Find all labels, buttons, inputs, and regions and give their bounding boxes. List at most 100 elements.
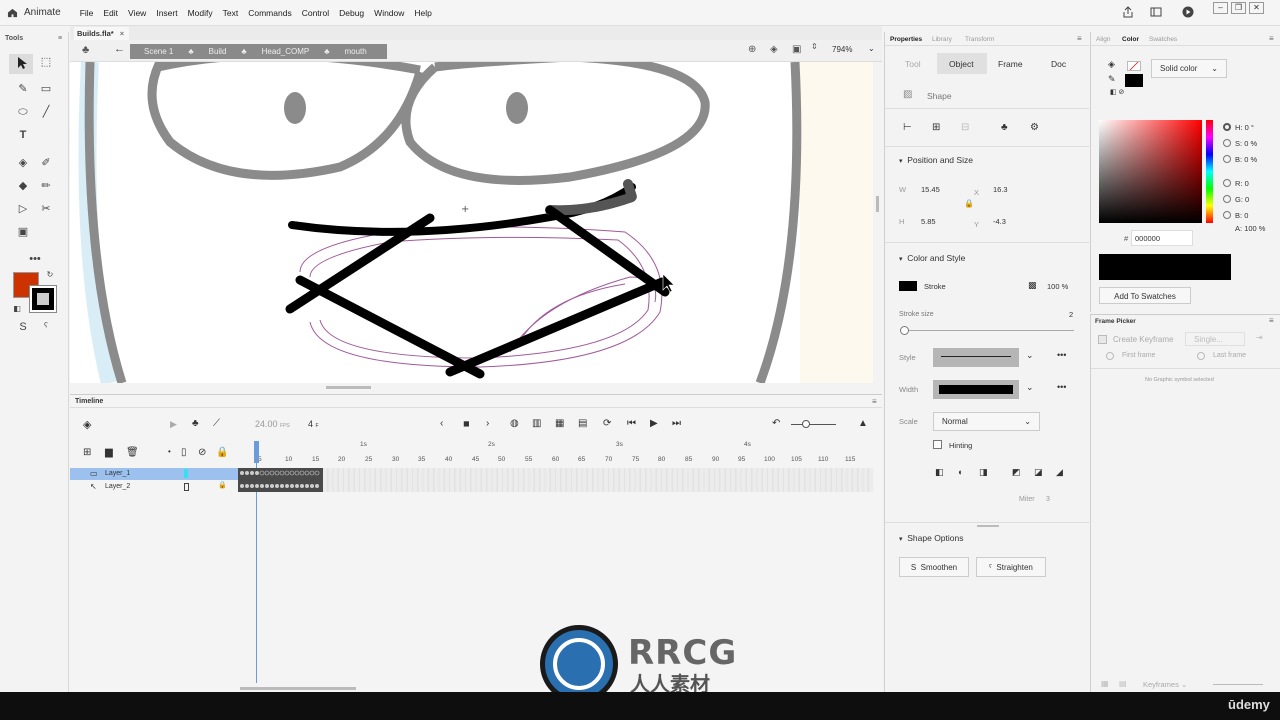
share-icon[interactable] xyxy=(1122,6,1134,20)
restore-button[interactable]: ❐ xyxy=(1231,2,1246,14)
tab-color[interactable]: Color xyxy=(1122,36,1139,43)
free-transform-icon[interactable]: ⬚ xyxy=(39,55,53,69)
stroke-size-slider[interactable] xyxy=(901,330,1074,331)
outline-toggle[interactable] xyxy=(184,483,189,491)
menu-file[interactable]: File xyxy=(80,8,94,18)
cap-none-icon[interactable]: ◧ xyxy=(935,467,944,478)
playhead-handle[interactable] xyxy=(254,441,259,463)
subselection-icon[interactable]: ▷ xyxy=(16,202,30,216)
h-value[interactable]: 0 ° xyxy=(1245,123,1254,132)
shape-options-section[interactable]: ▾ Shape Options xyxy=(899,533,963,543)
panel-menu-icon[interactable]: ≡ xyxy=(1269,34,1274,43)
join-round-icon[interactable]: ◪ xyxy=(1034,467,1043,478)
slider-thumb[interactable] xyxy=(802,420,810,428)
text-tool-icon[interactable]: T xyxy=(16,128,30,142)
breadcrumb-scene[interactable]: Scene 1 xyxy=(144,47,173,56)
join-bevel-icon[interactable]: ◢ xyxy=(1056,467,1063,478)
new-folder-icon[interactable]: ▆ xyxy=(105,447,113,458)
break-apart-icon[interactable]: ⊞ xyxy=(932,122,940,133)
zoom-field[interactable]: 794% xyxy=(826,43,868,58)
chevron-down-icon[interactable]: ⌄ xyxy=(1026,350,1034,361)
hue-slider[interactable] xyxy=(1206,120,1213,223)
camera-icon[interactable]: ▶ xyxy=(170,419,177,430)
layer-row-layer-2[interactable]: ↖ Layer_2 🔒 xyxy=(70,481,238,493)
lock-icon[interactable]: 🔒 xyxy=(218,481,227,489)
delete-layer-icon[interactable]: 🗑 xyxy=(126,447,139,458)
home-icon[interactable] xyxy=(7,8,18,18)
empty-frames[interactable] xyxy=(323,468,873,492)
add-to-swatches-button[interactable]: Add To Swatches xyxy=(1099,287,1191,304)
outline-icon[interactable]: ▯ xyxy=(181,447,187,458)
h-radio[interactable] xyxy=(1223,123,1231,131)
menu-window[interactable]: Window xyxy=(374,8,404,18)
subtab-tool[interactable]: Tool xyxy=(905,59,921,69)
eyedropper-icon[interactable]: ✐ xyxy=(39,156,53,170)
resize-handle[interactable] xyxy=(977,525,999,527)
test-movie-icon[interactable] xyxy=(1182,6,1194,20)
document-tab[interactable]: Builds.fla* × xyxy=(74,27,129,40)
stroke-pencil-icon[interactable]: ✎ xyxy=(1108,74,1116,85)
stroke-size-field[interactable]: 2 xyxy=(1069,310,1073,319)
current-frame[interactable]: 4 xyxy=(308,419,313,429)
step-back-icon[interactable]: ⏮ xyxy=(627,418,636,429)
minimize-button[interactable]: – xyxy=(1213,2,1228,14)
more-options-icon[interactable]: ••• xyxy=(1057,350,1066,360)
loop-mode-dropdown[interactable]: Single... xyxy=(1185,332,1245,346)
cap-square-icon[interactable]: ◨ xyxy=(979,467,988,478)
subtab-object[interactable]: Object xyxy=(949,59,974,69)
straighten-tool-icon[interactable]: ˁ xyxy=(39,320,53,334)
insert-frame-icon[interactable]: ▤ xyxy=(578,418,587,429)
last-frame-radio[interactable] xyxy=(1197,352,1205,360)
edit-multiple-icon[interactable]: ▥ xyxy=(532,418,541,429)
graph-icon[interactable]: ⟋ xyxy=(213,418,220,429)
align-icon[interactable]: ⊢ xyxy=(903,122,912,133)
smoothen-button[interactable]: S Smoothen xyxy=(899,557,969,577)
fill-none-swatch[interactable] xyxy=(1127,61,1141,71)
layer-parenting-icon[interactable]: ♣ xyxy=(192,418,199,429)
layer-row-layer-1[interactable]: ▭ Layer_1 xyxy=(70,468,238,480)
apply-icon[interactable]: ⇥ xyxy=(1256,333,1263,342)
menu-commands[interactable]: Commands xyxy=(248,8,291,18)
zoom-dropdown-icon[interactable]: ⌄ xyxy=(868,44,875,53)
create-keyframe-checkbox[interactable] xyxy=(1098,335,1107,344)
more-tools-icon[interactable]: ••• xyxy=(28,252,42,266)
highlight-icon[interactable]: • xyxy=(168,447,171,456)
bone-tool-icon[interactable]: ✂ xyxy=(39,202,53,216)
tab-transform[interactable]: Transform xyxy=(965,36,994,43)
fps-value[interactable]: 24.00 xyxy=(255,419,278,429)
panel-menu-icon[interactable]: ≡ xyxy=(58,35,62,42)
menu-text[interactable]: Text xyxy=(223,8,239,18)
b2-value[interactable]: 0 xyxy=(1244,211,1248,220)
height-field[interactable]: 5.85 xyxy=(921,217,936,226)
next-keyframe-icon[interactable]: › xyxy=(486,418,489,429)
line-tool-icon[interactable]: ╱ xyxy=(39,105,53,119)
layers-icon[interactable]: ◈ xyxy=(83,418,91,431)
subtab-frame[interactable]: Frame xyxy=(998,59,1023,69)
stage-h-scrollbar[interactable] xyxy=(326,386,371,389)
edit-symbols-icon[interactable]: ◈ xyxy=(770,44,778,55)
layer-name[interactable]: Layer_2 xyxy=(105,483,130,490)
stroke-color-swatch[interactable] xyxy=(899,281,917,291)
workspace-icon[interactable] xyxy=(1150,6,1162,20)
layer-color-indicator[interactable] xyxy=(184,469,188,478)
width-field[interactable]: 15.45 xyxy=(921,185,940,194)
tab-align[interactable]: Align xyxy=(1096,36,1110,43)
stage-canvas[interactable]: + xyxy=(70,62,873,383)
grid-view-icon[interactable]: ▦ xyxy=(1101,679,1109,688)
convert-symbol-icon[interactable]: ♣ xyxy=(1001,122,1008,133)
x-field[interactable]: 16.3 xyxy=(993,185,1008,194)
timeline-h-scrollbar[interactable] xyxy=(240,687,356,690)
list-view-icon[interactable]: ▤ xyxy=(1119,679,1127,688)
menu-modify[interactable]: Modify xyxy=(188,8,213,18)
layer-name[interactable]: Layer_1 xyxy=(105,470,130,477)
s-radio[interactable] xyxy=(1223,139,1231,147)
selection-tool-icon[interactable] xyxy=(16,56,28,70)
fill-bucket-icon[interactable]: ◈ xyxy=(1108,59,1115,70)
menu-debug[interactable]: Debug xyxy=(339,8,364,18)
keyframes-dropdown[interactable]: Keyframes ⌄ xyxy=(1143,680,1187,689)
scale-dropdown[interactable]: Normal ⌄ xyxy=(933,412,1040,431)
thumbnail-size-slider[interactable] xyxy=(1213,684,1263,685)
style-dropdown[interactable] xyxy=(933,348,1019,367)
insert-keyframe-icon[interactable]: ◼ xyxy=(463,419,470,428)
tab-library[interactable]: Library xyxy=(932,36,952,43)
